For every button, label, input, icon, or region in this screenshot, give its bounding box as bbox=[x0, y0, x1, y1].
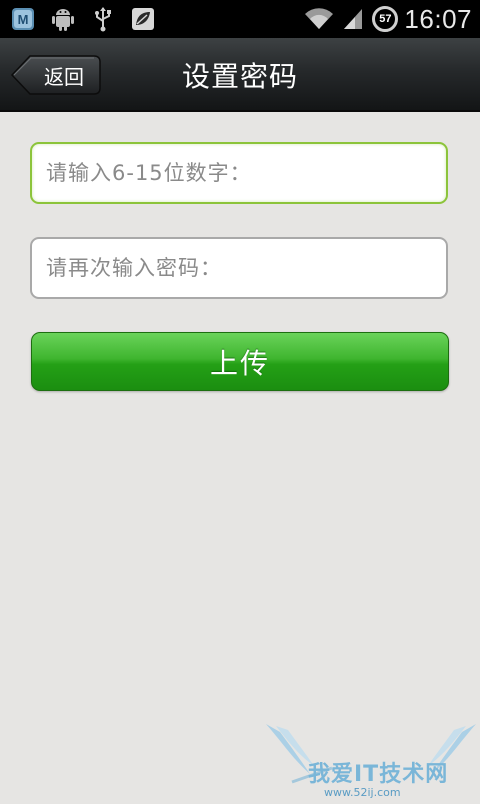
watermark-text: 我爱IT技术网 bbox=[308, 762, 449, 787]
clock: 16:07 bbox=[404, 3, 472, 34]
system-icons: 57 16:07 bbox=[304, 0, 472, 38]
password-input[interactable] bbox=[44, 160, 434, 186]
svg-text:M: M bbox=[18, 12, 29, 27]
usb-icon bbox=[90, 6, 116, 32]
back-button-label: 返回 bbox=[44, 64, 84, 89]
confirm-password-input[interactable] bbox=[44, 255, 434, 281]
upload-button[interactable]: 上传 bbox=[31, 332, 449, 391]
leaf-app-icon bbox=[130, 6, 156, 32]
watermark: 我爱IT技术网 www.52ij.com bbox=[262, 722, 480, 800]
meizu-app-icon: M bbox=[10, 6, 36, 32]
battery-icon: 57 bbox=[372, 6, 399, 32]
android-icon bbox=[50, 6, 76, 32]
battery-percent: 57 bbox=[379, 13, 392, 25]
back-button[interactable]: 返回 bbox=[10, 54, 101, 96]
watermark-subtext: www.52ij.com bbox=[324, 786, 401, 799]
notification-icons: M bbox=[10, 6, 156, 32]
title-bar: 返回 设置密码 bbox=[0, 38, 480, 112]
status-bar: M 57 16:07 bbox=[0, 0, 480, 38]
password-field[interactable] bbox=[30, 142, 448, 204]
wifi-icon bbox=[304, 6, 334, 32]
confirm-password-field[interactable] bbox=[30, 237, 448, 299]
signal-icon bbox=[340, 6, 366, 32]
